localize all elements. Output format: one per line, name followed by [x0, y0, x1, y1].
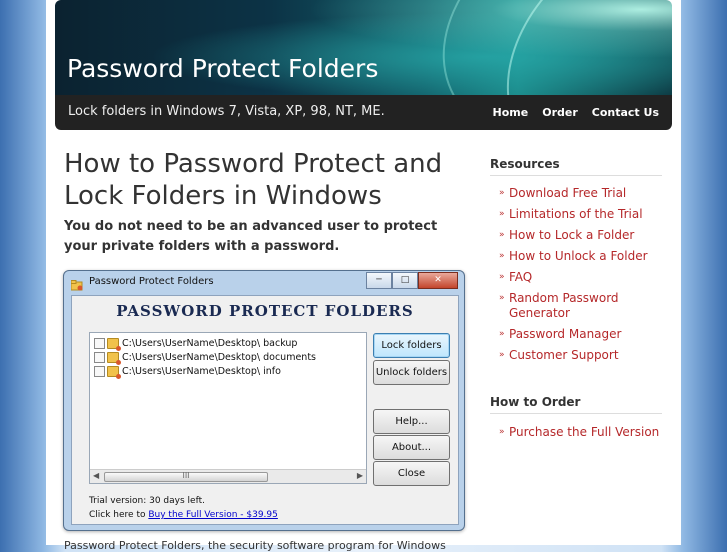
- scroll-grip-icon: III: [182, 471, 190, 480]
- sidebar-link[interactable]: FAQ: [509, 270, 532, 284]
- nav-order-link[interactable]: Order: [542, 106, 578, 119]
- sidebar-item-password-generator[interactable]: Random Password Generator: [490, 291, 665, 321]
- close-button[interactable]: Close: [373, 461, 450, 486]
- folder-icon: [107, 337, 121, 351]
- resources-list: Download Free Trial Limitations of the T…: [490, 186, 665, 369]
- buy-prefix: Click here to: [89, 510, 146, 520]
- nav-contact-link[interactable]: Contact Us: [592, 106, 659, 119]
- scroll-left-icon[interactable]: ◀: [93, 471, 99, 480]
- order-heading: How to Order: [490, 395, 662, 414]
- trial-status: Trial version: 30 days left.: [89, 496, 205, 506]
- sidebar-item-purchase[interactable]: Purchase the Full Version: [490, 425, 665, 440]
- sidebar-link[interactable]: How to Lock a Folder: [509, 228, 634, 242]
- resources-heading: Resources: [490, 157, 662, 176]
- list-item[interactable]: C:\Users\UserName\Desktop\ backup: [94, 336, 298, 351]
- sidebar-link[interactable]: Random Password Generator: [509, 291, 619, 320]
- folder-path: C:\Users\UserName\Desktop\ documents: [122, 351, 316, 363]
- folder-icon: [107, 351, 121, 365]
- buy-line: Click here to Buy the Full Version - $39…: [89, 510, 278, 520]
- unlock-folders-button[interactable]: Unlock folders: [373, 360, 450, 385]
- folder-path: C:\Users\UserName\Desktop\ backup: [122, 337, 298, 349]
- window-controls: ─ □ ✕: [366, 272, 458, 289]
- window-titlebar: Password Protect Folders ─ □ ✕: [64, 271, 464, 293]
- minimize-icon[interactable]: ─: [366, 272, 392, 289]
- folder-lock-icon: [70, 276, 83, 291]
- main-nav: Home Order Contact Us: [493, 106, 659, 119]
- list-item[interactable]: C:\Users\UserName\Desktop\ info: [94, 364, 281, 379]
- checkbox[interactable]: [94, 337, 105, 349]
- sidebar-link[interactable]: Password Manager: [509, 327, 621, 341]
- folder-list[interactable]: C:\Users\UserName\Desktop\ backup C:\Use…: [89, 332, 367, 484]
- sidebar-item-password-manager[interactable]: Password Manager: [490, 327, 665, 342]
- horizontal-scrollbar[interactable]: ◀ III ▶: [90, 469, 366, 483]
- order-list: Purchase the Full Version: [490, 425, 665, 446]
- sidebar-link[interactable]: How to Unlock a Folder: [509, 249, 648, 263]
- scroll-right-icon[interactable]: ▶: [357, 471, 363, 480]
- window-title: Password Protect Folders: [89, 276, 214, 287]
- nav-home-link[interactable]: Home: [493, 106, 529, 119]
- checkbox[interactable]: [94, 365, 105, 377]
- scroll-thumb[interactable]: III: [104, 471, 268, 482]
- sidebar-item-customer-support[interactable]: Customer Support: [490, 348, 665, 363]
- folder-icon: [107, 365, 121, 379]
- buy-full-version-link[interactable]: Buy the Full Version - $39.95: [148, 510, 278, 520]
- lock-folders-button[interactable]: Lock folders: [373, 333, 450, 358]
- sidebar-item-limitations[interactable]: Limitations of the Trial: [490, 207, 665, 222]
- navbar: Lock folders in Windows 7, Vista, XP, 98…: [55, 95, 672, 130]
- list-item[interactable]: C:\Users\UserName\Desktop\ documents: [94, 350, 316, 365]
- sidebar-link[interactable]: Purchase the Full Version: [509, 425, 659, 439]
- maximize-icon[interactable]: □: [392, 272, 418, 289]
- sidebar-item-unlock-folder[interactable]: How to Unlock a Folder: [490, 249, 665, 264]
- sidebar-link[interactable]: Customer Support: [509, 348, 619, 362]
- sidebar-item-download-trial[interactable]: Download Free Trial: [490, 186, 665, 201]
- close-icon[interactable]: ✕: [418, 272, 458, 289]
- page-heading: How to Password Protect and Lock Folders…: [64, 149, 443, 211]
- checkbox[interactable]: [94, 351, 105, 363]
- window-body: PASSWORD PROTECT FOLDERS C:\Users\UserNa…: [71, 295, 459, 525]
- sidebar-item-lock-folder[interactable]: How to Lock a Folder: [490, 228, 665, 243]
- sidebar-item-faq[interactable]: FAQ: [490, 270, 665, 285]
- app-banner-title: PASSWORD PROTECT FOLDERS: [116, 302, 414, 320]
- intro-paragraph: You do not need to be an advanced user t…: [64, 219, 438, 254]
- sidebar-link[interactable]: Limitations of the Trial: [509, 207, 643, 221]
- about-button[interactable]: About...: [373, 435, 450, 460]
- sidebar-link[interactable]: Download Free Trial: [509, 186, 626, 200]
- app-screenshot-window: Password Protect Folders ─ □ ✕ PASSWORD …: [63, 270, 465, 531]
- body-paragraph: Password Protect Folders, the security s…: [64, 539, 446, 552]
- site-title[interactable]: Password Protect Folders: [67, 54, 378, 83]
- folder-path: C:\Users\UserName\Desktop\ info: [122, 365, 281, 377]
- help-button[interactable]: Help...: [373, 409, 450, 434]
- site-tagline: Lock folders in Windows 7, Vista, XP, 98…: [68, 104, 385, 119]
